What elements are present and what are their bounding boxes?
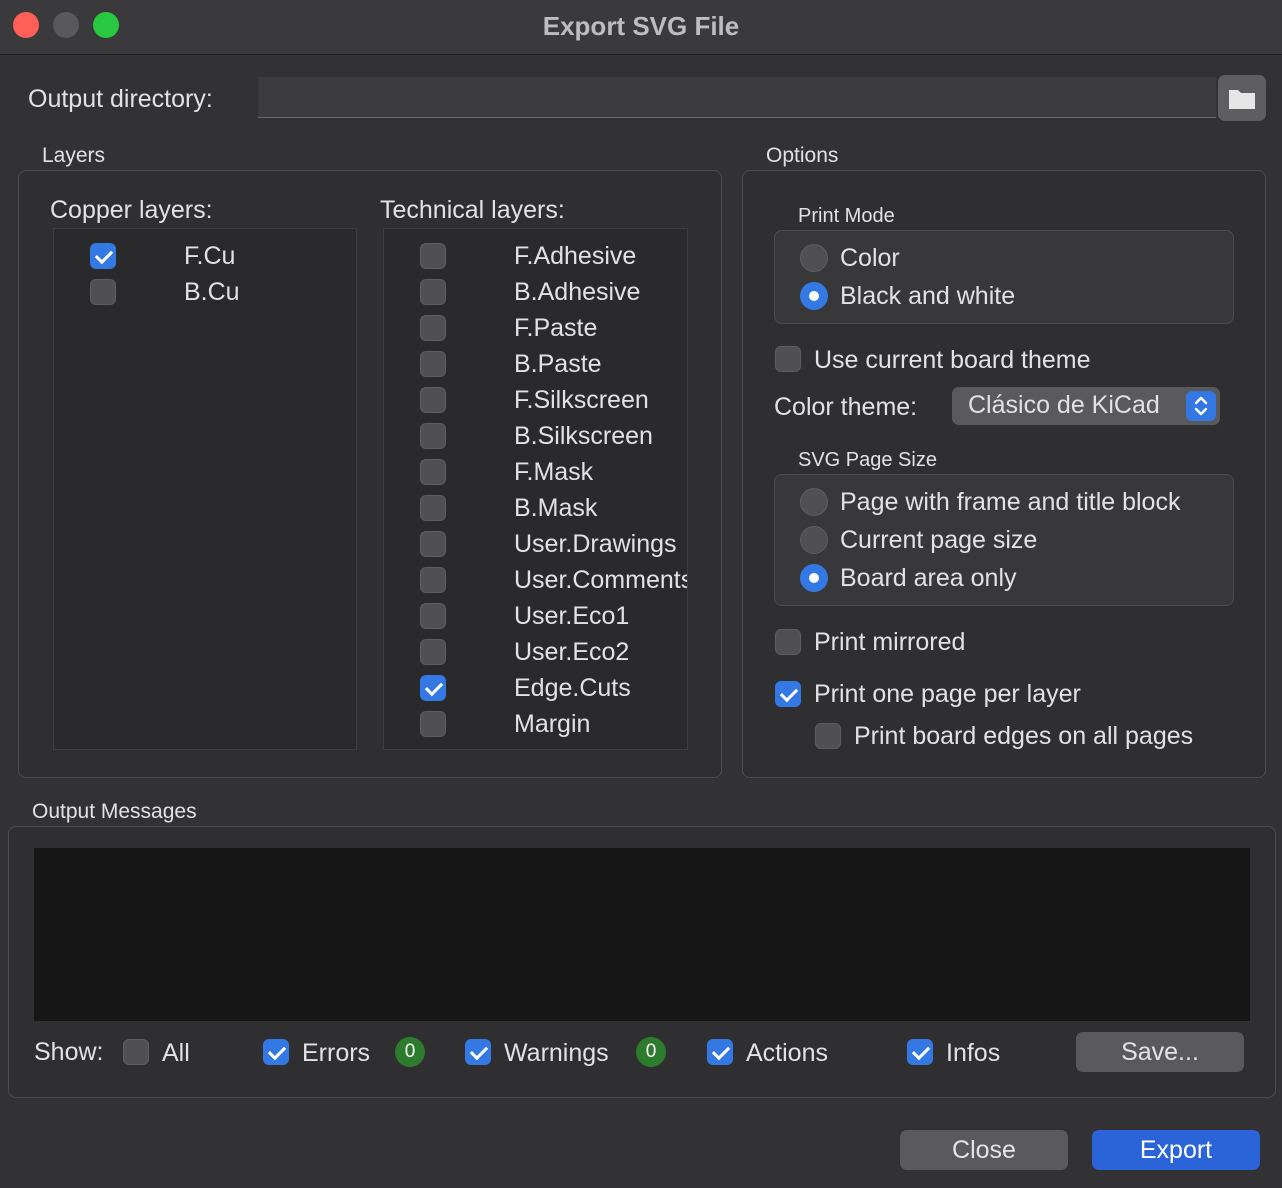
print-mirrored-label: Print mirrored [814, 628, 966, 656]
radio-board-area-only[interactable] [800, 564, 828, 592]
board-edges-all-pages-label: Print board edges on all pages [854, 722, 1194, 750]
print-mode-label: Print Mode [798, 205, 895, 227]
filter-errors-checkbox[interactable] [263, 1039, 289, 1065]
layer-label: F.Cu [184, 242, 236, 270]
filter-warnings-checkbox[interactable] [465, 1039, 491, 1065]
color-theme-select[interactable]: Clásico de KiCad [952, 387, 1220, 425]
copper-layers-list[interactable]: F.Cu B.Cu [53, 228, 357, 750]
technical-layers-label: Technical layers: [380, 196, 565, 224]
layer-checkbox-user-eco2[interactable] [420, 639, 446, 665]
radio-label: Board area only [840, 564, 1017, 592]
filter-infos-label: Infos [946, 1039, 1001, 1067]
layer-label: B.Adhesive [514, 278, 641, 306]
up-down-chevron-icon [1186, 391, 1216, 421]
layers-group-label: Layers [42, 144, 106, 167]
output-messages-label: Output Messages [32, 800, 197, 823]
layer-checkbox-f-mask[interactable] [420, 459, 446, 485]
filter-actions-checkbox[interactable] [707, 1039, 733, 1065]
layer-checkbox-b-adhesive[interactable] [420, 279, 446, 305]
filter-all-label: All [162, 1039, 190, 1067]
warnings-count-badge: 0 [636, 1037, 666, 1067]
layer-label: B.Cu [184, 278, 240, 306]
board-edges-all-pages-checkbox[interactable] [815, 723, 841, 749]
layer-label: User.Eco2 [514, 638, 630, 666]
layer-label: B.Silkscreen [514, 422, 653, 450]
use-board-theme-checkbox[interactable] [775, 346, 801, 372]
technical-layers-list[interactable]: F.Adhesive B.Adhesive F.Paste B.Paste F.Silk… [383, 228, 688, 750]
layer-label: User.Eco1 [514, 602, 630, 630]
use-board-theme-label: Use current board theme [814, 346, 1091, 374]
close-button[interactable]: Close [900, 1130, 1068, 1170]
layer-checkbox-f-silkscreen[interactable] [420, 387, 446, 413]
radio-black-and-white[interactable] [800, 282, 828, 310]
radio-current-page-size[interactable] [800, 526, 828, 554]
layer-label: User.Comments [514, 566, 688, 594]
layer-checkbox-user-eco1[interactable] [420, 603, 446, 629]
radio-label: Current page size [840, 526, 1038, 554]
layer-checkbox-user-drawings[interactable] [420, 531, 446, 557]
layer-checkbox-b-silkscreen[interactable] [420, 423, 446, 449]
layer-checkbox-margin[interactable] [420, 711, 446, 737]
layer-label: B.Paste [514, 350, 602, 378]
filter-warnings-label: Warnings [504, 1039, 609, 1067]
layer-checkbox-b-cu[interactable] [90, 279, 116, 305]
color-theme-label: Color theme: [774, 393, 918, 421]
save-messages-button[interactable]: Save... [1076, 1032, 1244, 1072]
export-button[interactable]: Export [1092, 1130, 1260, 1170]
filter-actions-label: Actions [746, 1039, 828, 1067]
window-title: Export SVG File [542, 11, 740, 41]
folder-icon [1229, 90, 1255, 109]
copper-layers-label: Copper layers: [50, 196, 213, 224]
output-messages-area[interactable] [34, 848, 1250, 1021]
browse-folder-button[interactable] [1218, 75, 1266, 121]
one-page-per-layer-label: Print one page per layer [814, 680, 1081, 708]
radio-label: Color [840, 244, 900, 272]
layer-checkbox-edge-cuts[interactable] [420, 675, 446, 701]
layer-label: F.Silkscreen [514, 386, 649, 414]
layer-label: User.Drawings [514, 530, 677, 558]
layer-checkbox-user-comments[interactable] [420, 567, 446, 593]
output-directory-label: Output directory: [28, 85, 213, 113]
filter-all-checkbox[interactable] [123, 1039, 149, 1065]
options-group-label: Options [766, 144, 839, 167]
layer-checkbox-f-adhesive[interactable] [420, 243, 446, 269]
layer-label: B.Mask [514, 494, 598, 522]
print-mirrored-checkbox[interactable] [775, 629, 801, 655]
layer-checkbox-b-paste[interactable] [420, 351, 446, 377]
layer-label: F.Mask [514, 458, 594, 486]
errors-count-badge: 0 [395, 1037, 425, 1067]
radio-label: Page with frame and title block [840, 488, 1181, 516]
layer-checkbox-b-mask[interactable] [420, 495, 446, 521]
output-directory-input[interactable] [258, 77, 1216, 118]
layer-label: Edge.Cuts [514, 674, 631, 702]
layer-checkbox-f-cu[interactable] [90, 243, 116, 269]
radio-color[interactable] [800, 244, 828, 272]
one-page-per-layer-checkbox[interactable] [775, 681, 801, 707]
page-size-label: SVG Page Size [798, 449, 937, 471]
radio-page-with-frame-and-title-block[interactable] [800, 488, 828, 516]
radio-label: Black and white [840, 282, 1016, 310]
layer-label: F.Paste [514, 314, 598, 342]
layer-checkbox-f-paste[interactable] [420, 315, 446, 341]
color-theme-value: Clásico de KiCad [968, 391, 1160, 419]
filter-infos-checkbox[interactable] [907, 1039, 933, 1065]
layer-label: Margin [514, 710, 591, 738]
filter-errors-label: Errors [302, 1039, 371, 1067]
show-label: Show: [34, 1038, 104, 1066]
layer-label: F.Adhesive [514, 242, 637, 270]
